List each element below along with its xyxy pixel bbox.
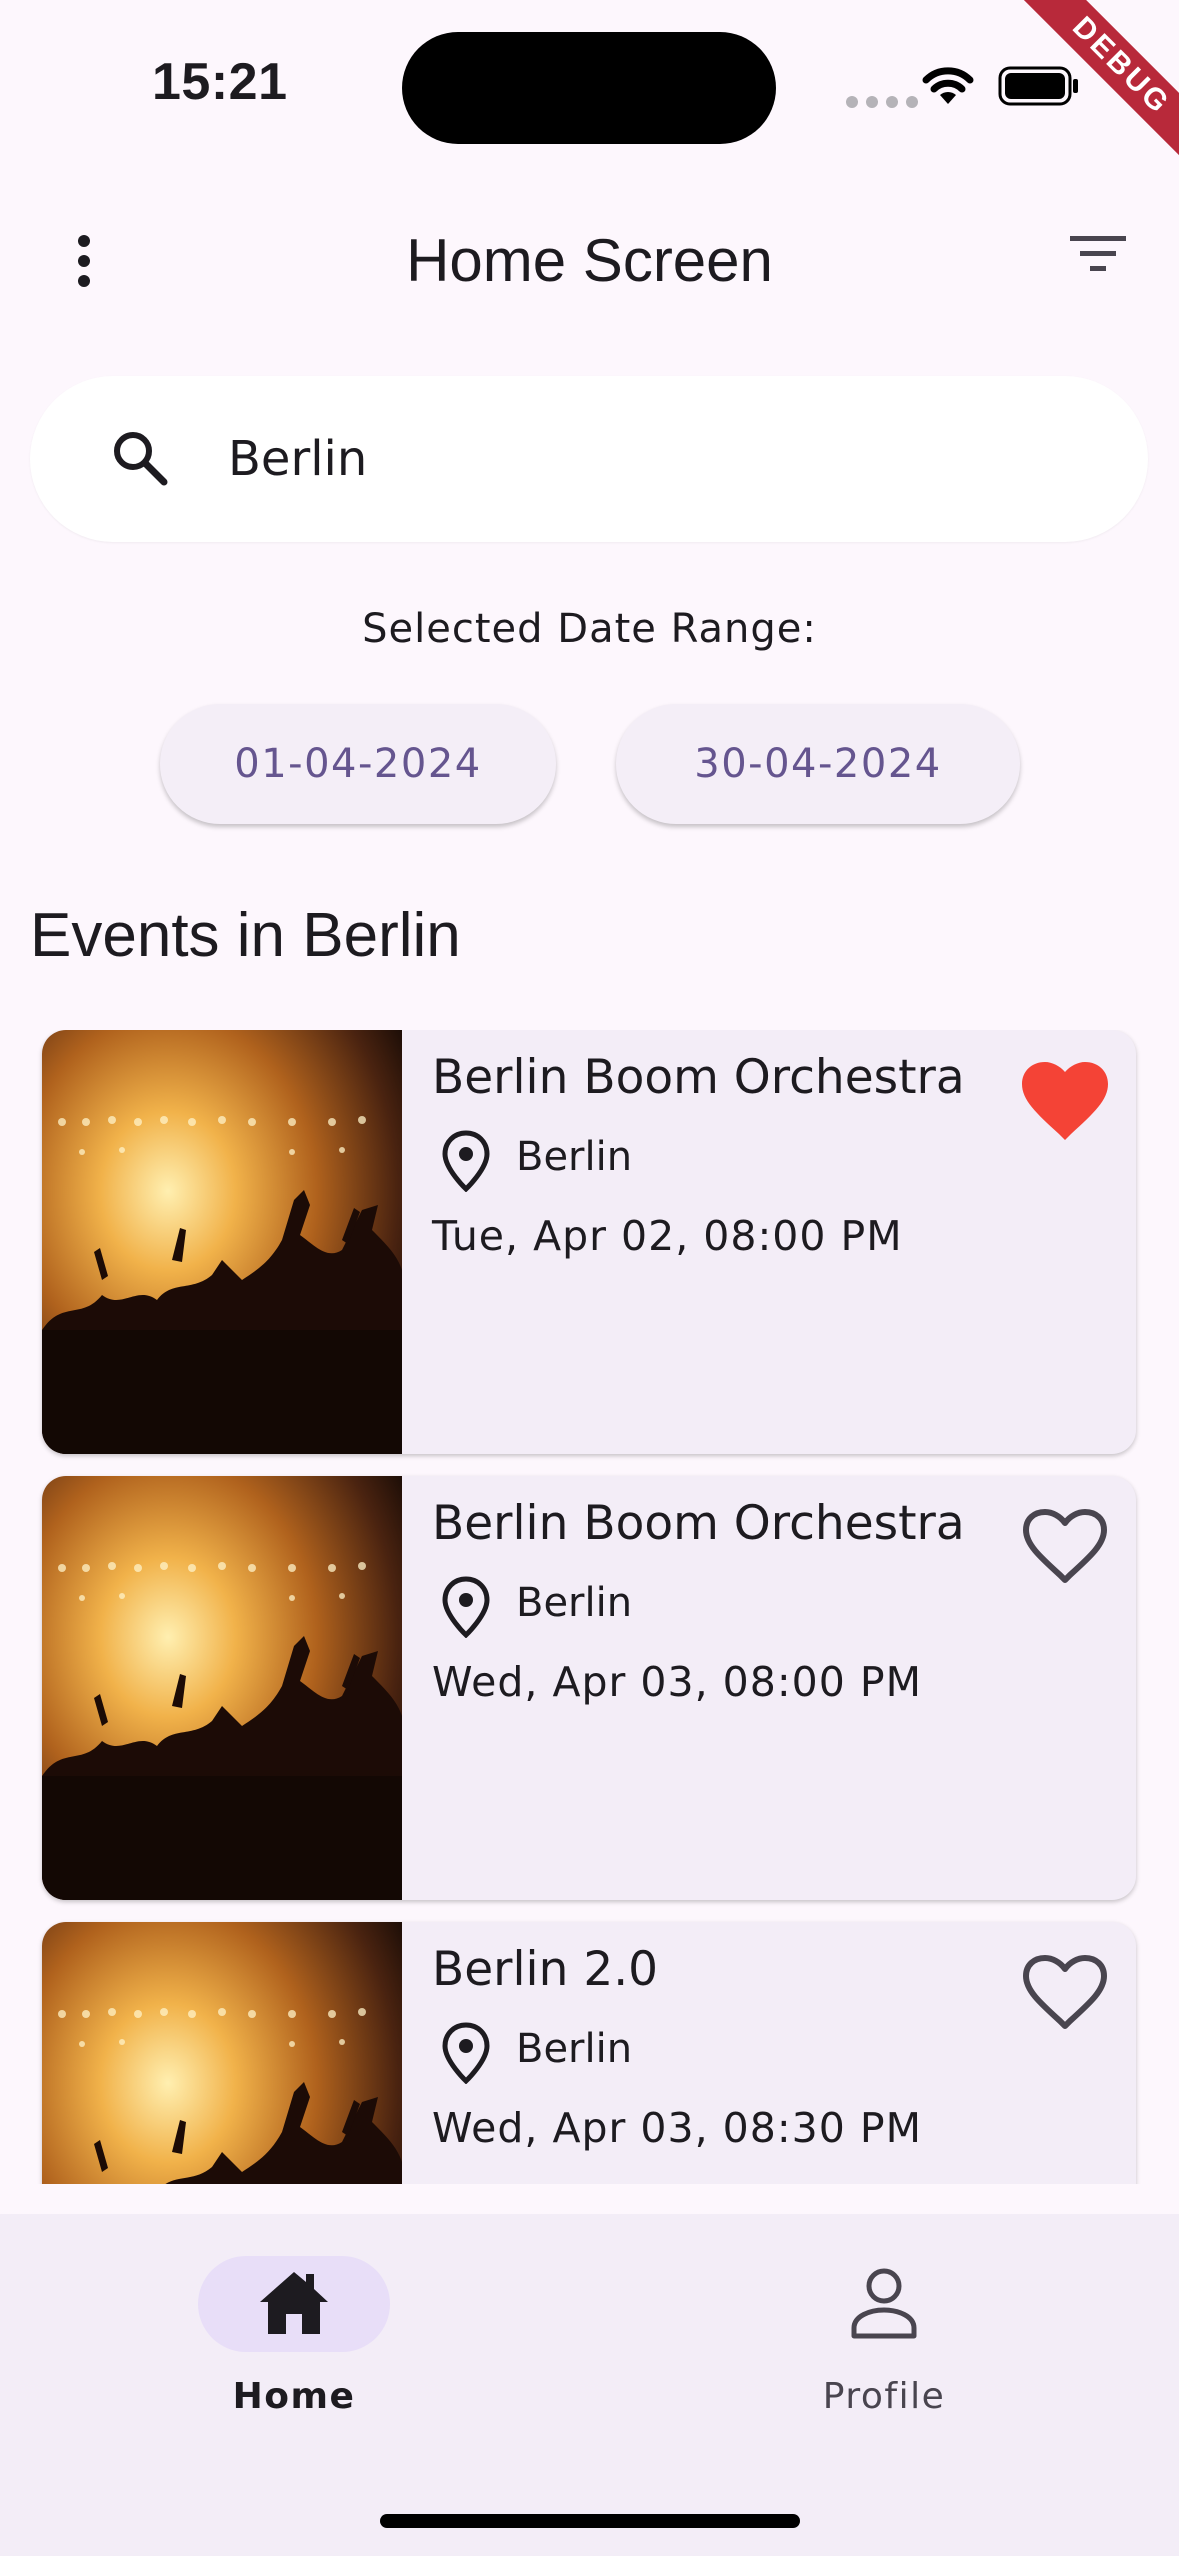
favorite-button[interactable] — [1020, 1506, 1110, 1596]
nav-item-home[interactable]: Home — [144, 2256, 444, 2417]
event-card[interactable]: Berlin Boom Orchestra Berlin Wed, Apr 03… — [42, 1476, 1136, 1900]
event-title: Berlin 2.0 — [432, 1942, 659, 1997]
home-indicator-bar — [380, 2514, 800, 2528]
filter-button[interactable] — [1068, 232, 1140, 292]
event-title: Berlin Boom Orchestra — [432, 1050, 965, 1105]
favorite-filled-icon — [1022, 1062, 1108, 1140]
search-input[interactable] — [200, 416, 1136, 502]
home-screen: 15:21 DEBUG Home Screen S — [0, 0, 1179, 2556]
location-pin-icon — [442, 1130, 490, 1192]
event-date: Wed, Apr 03, 08:00 PM — [432, 1658, 922, 1706]
event-location: Berlin — [516, 2026, 633, 2072]
person-icon — [851, 2268, 917, 2339]
favorite-outline-icon — [1023, 1955, 1107, 2029]
page-title: Home Screen — [406, 227, 773, 294]
concert-image — [42, 1922, 402, 2184]
event-location: Berlin — [516, 1134, 633, 1180]
favorite-button[interactable] — [1020, 1060, 1110, 1150]
search-icon — [114, 432, 168, 486]
event-list[interactable]: Berlin Boom Orchestra Berlin Tue, Apr 02… — [0, 1030, 1179, 2184]
event-image — [42, 1476, 402, 1900]
concert-image — [42, 1030, 402, 1454]
nav-label-profile: Profile — [822, 2376, 946, 2417]
nav-item-profile[interactable]: Profile — [734, 2256, 1034, 2417]
favorite-outline-icon — [1023, 1509, 1107, 1583]
start-date-button[interactable]: 01-04-2024 — [160, 704, 556, 824]
event-title: Berlin Boom Orchestra — [432, 1496, 965, 1551]
event-date: Wed, Apr 03, 08:30 PM — [432, 2104, 922, 2152]
favorite-button[interactable] — [1020, 1952, 1110, 2042]
search-bar[interactable] — [30, 376, 1148, 542]
location-pin-icon — [442, 1576, 490, 1638]
battery-icon — [998, 66, 1078, 106]
concert-image — [42, 1476, 402, 1900]
filter-list-icon — [1070, 236, 1126, 271]
nav-label-home: Home — [232, 2376, 356, 2417]
wifi-icon — [922, 67, 974, 104]
event-image — [42, 1030, 402, 1454]
home-icon — [260, 2272, 328, 2334]
event-location: Berlin — [516, 1580, 633, 1626]
event-card[interactable]: Berlin 2.0 Berlin Wed, Apr 03, 08:30 PM — [42, 1922, 1136, 2184]
location-pin-icon — [442, 2022, 490, 2084]
dynamic-island — [402, 32, 776, 144]
section-title: Events in Berlin — [30, 901, 461, 970]
event-card[interactable]: Berlin Boom Orchestra Berlin Tue, Apr 02… — [42, 1030, 1136, 1454]
bottom-navigation-bar: Home Profile — [0, 2214, 1179, 2556]
event-date: Tue, Apr 02, 08:00 PM — [432, 1212, 903, 1260]
end-date-button[interactable]: 30-04-2024 — [616, 704, 1020, 824]
status-time: 15:21 — [152, 53, 288, 111]
cellular-signal-icon — [846, 96, 918, 108]
event-image — [42, 1922, 402, 2184]
date-range-label: Selected Date Range: — [362, 606, 817, 652]
